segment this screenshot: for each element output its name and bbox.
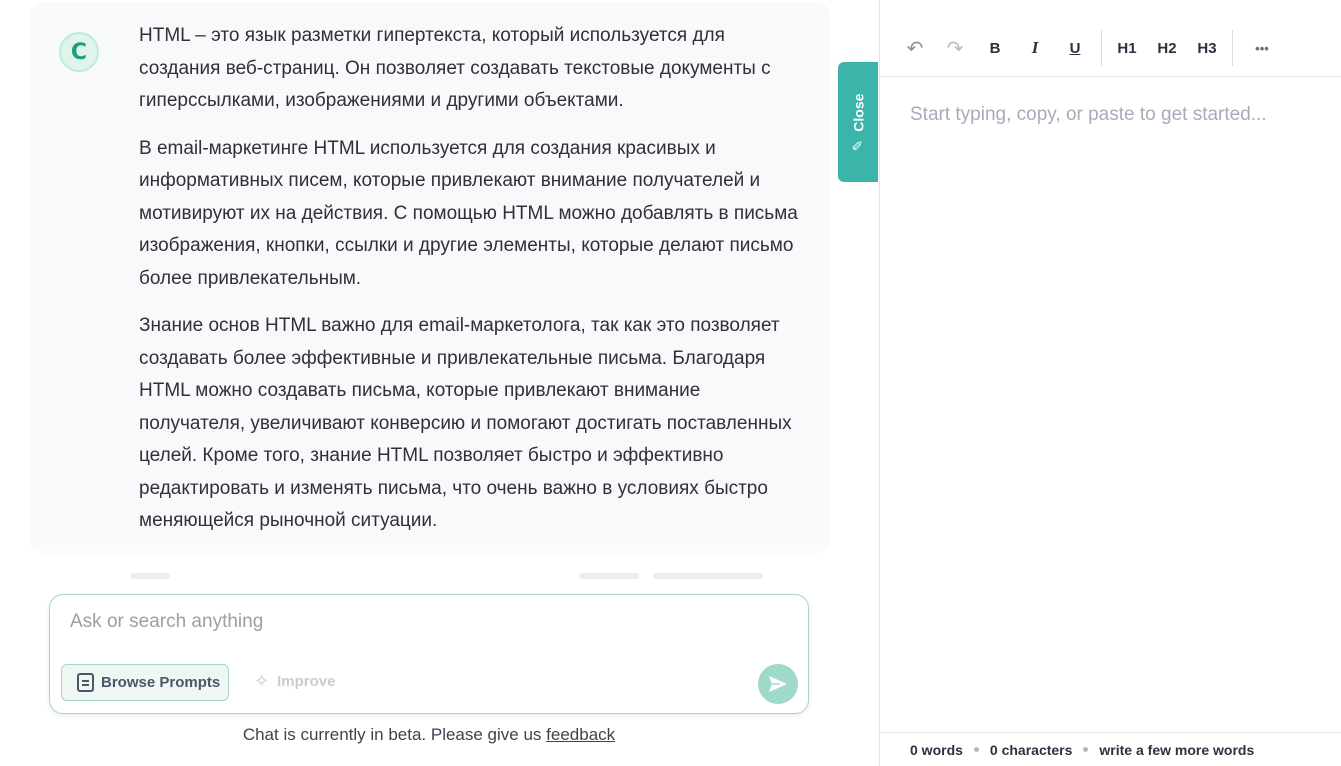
app-root: C HTML – это язык разметки гипертекста, … — [0, 0, 1341, 766]
character-count: 0 characters — [989, 741, 1073, 758]
underline-button[interactable]: U — [1066, 35, 1084, 61]
improve-label: Improve — [277, 672, 336, 690]
send-icon — [769, 676, 787, 692]
h2-label: H2 — [1157, 39, 1177, 57]
browse-prompts-label: Browse Prompts — [101, 674, 221, 691]
heading-1-button[interactable]: H1 — [1114, 35, 1140, 61]
assistant-avatar: C — [59, 32, 99, 72]
editor-pane: ↶ ↷ B I U H1 H2 H3 ••• Start typing, cop… — [879, 0, 1341, 766]
editor-status-bar: 0 words 0 characters write a few more wo… — [880, 732, 1341, 766]
close-editor-tab[interactable]: ✎ Close — [838, 62, 878, 182]
sparkle-icon: ✧ — [254, 670, 270, 691]
beta-text: Chat is currently in beta. Please give u… — [242, 725, 547, 744]
browse-prompts-button[interactable]: Browse Prompts — [61, 664, 229, 701]
italic-icon: I — [1031, 38, 1039, 57]
beta-notice: Chat is currently in beta. Please give u… — [0, 725, 858, 745]
underline-icon: U — [1069, 39, 1081, 57]
editor-toolbar: ↶ ↷ B I U H1 H2 H3 ••• — [880, 0, 1341, 77]
close-tab-label: Close — [850, 93, 867, 132]
message-paragraph: В email-маркетинге HTML используется для… — [139, 137, 798, 289]
word-count: 0 words — [910, 741, 963, 758]
feedback-link[interactable]: feedback — [546, 725, 615, 744]
message-paragraph: Знание основ HTML важно для email-маркет… — [139, 315, 792, 531]
italic-button[interactable]: I — [1026, 35, 1044, 61]
separator-dot — [1083, 747, 1089, 752]
chat-pane: C HTML – это язык разметки гипертекста, … — [0, 0, 880, 766]
message-actions — [130, 566, 790, 579]
send-button[interactable] — [758, 664, 798, 704]
editor-placeholder[interactable]: Start typing, copy, or paste to get star… — [910, 104, 1267, 126]
more-icon: ••• — [1255, 40, 1269, 56]
bold-icon: B — [989, 39, 1001, 57]
redo-button[interactable]: ↷ — [944, 35, 966, 61]
bold-button[interactable]: B — [986, 35, 1004, 61]
toolbar-divider — [1232, 30, 1233, 66]
separator-dot — [973, 747, 979, 752]
undo-icon: ↶ — [906, 37, 924, 60]
h1-label: H1 — [1117, 39, 1137, 57]
undo-button[interactable]: ↶ — [904, 35, 926, 61]
message-action-icon[interactable] — [130, 573, 170, 579]
prompts-icon — [77, 673, 94, 692]
message-paragraph: HTML – это язык разметки гипертекста, ко… — [139, 25, 771, 111]
heading-2-button[interactable]: H2 — [1154, 35, 1180, 61]
message-text: HTML – это язык разметки гипертекста, ко… — [139, 20, 804, 553]
chat-input-box: Browse Prompts ✧ Improve — [49, 594, 809, 714]
writing-hint: write a few more words — [1099, 741, 1255, 758]
pencil-icon: ✎ — [849, 139, 866, 151]
more-options-button[interactable]: ••• — [1249, 35, 1275, 61]
redo-icon: ↷ — [946, 37, 964, 60]
h3-label: H3 — [1197, 39, 1217, 57]
chat-input[interactable] — [70, 607, 770, 637]
add-to-editor-action-icon[interactable] — [653, 573, 764, 579]
toolbar-divider — [1101, 30, 1102, 66]
improve-button[interactable]: ✧ Improve — [254, 669, 335, 693]
copy-action-icon[interactable] — [578, 573, 639, 579]
heading-3-button[interactable]: H3 — [1194, 35, 1220, 61]
